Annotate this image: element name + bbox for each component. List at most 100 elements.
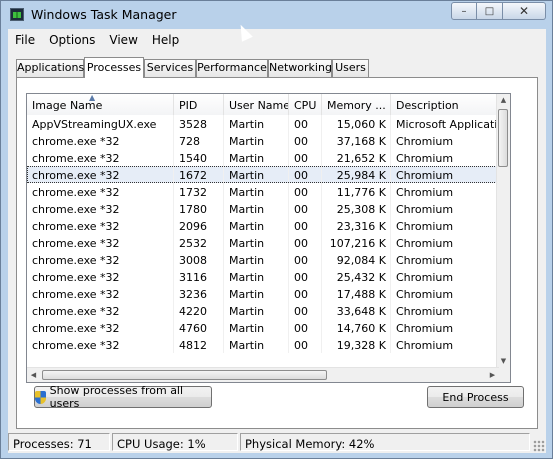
column-user-name[interactable]: User Name bbox=[224, 94, 289, 115]
cell-user-name: Martin bbox=[224, 132, 289, 149]
cell-memory: 11,776 K bbox=[322, 183, 391, 200]
cell-memory: 92,084 K bbox=[322, 251, 391, 268]
cell-description: Chromium bbox=[391, 268, 499, 285]
cell-pid: 728 bbox=[174, 132, 224, 149]
cell-image-name: chrome.exe *32 bbox=[27, 251, 174, 268]
cell-memory: 33,648 K bbox=[322, 302, 391, 319]
tab-users[interactable]: Users bbox=[332, 59, 369, 77]
show-all-users-label: Show processes from all users bbox=[49, 384, 184, 410]
table-row[interactable]: chrome.exe *32 1672 Martin 00 25,984 K Chromi… bbox=[27, 166, 499, 183]
column-description[interactable]: Description bbox=[391, 94, 499, 115]
table-row[interactable]: chrome.exe *32 728 Martin 00 37,168 K Chromiu… bbox=[27, 132, 499, 149]
cell-user-name: Martin bbox=[224, 200, 289, 217]
cell-cpu: 00 bbox=[289, 251, 322, 268]
table-row[interactable]: AppVStreamingUX.exe 3528 Martin 00 15,060 KM… bbox=[27, 115, 499, 132]
resize-grip-icon[interactable] bbox=[533, 440, 545, 452]
task-manager-icon[interactable] bbox=[10, 8, 24, 21]
close-icon: ✕ bbox=[518, 4, 530, 18]
table-row[interactable]: chrome.exe *32 1732 Martin 00 11,776 K Chromi… bbox=[27, 183, 499, 200]
tab-processes[interactable]: Processes bbox=[84, 57, 144, 78]
cell-image-name: chrome.exe *32 bbox=[27, 132, 174, 149]
cell-description: Chromium bbox=[391, 336, 499, 353]
uac-shield-icon bbox=[35, 390, 46, 404]
vertical-scroll-thumb[interactable] bbox=[498, 109, 508, 167]
scroll-left-icon[interactable]: ◀ bbox=[27, 368, 40, 382]
cell-user-name: Martin bbox=[224, 251, 289, 268]
caption-buttons: – □ ✕ bbox=[451, 2, 546, 21]
table-row[interactable]: chrome.exe *32 3116 Martin 00 25,432 K Chromi… bbox=[27, 268, 499, 285]
status-cpu-usage: CPU Usage: 1% bbox=[112, 433, 238, 451]
horizontal-scroll-thumb[interactable] bbox=[42, 370, 327, 380]
cell-user-name: Martin bbox=[224, 268, 289, 285]
scroll-corner bbox=[497, 368, 510, 382]
horizontal-scrollbar[interactable]: ◀ ▶ bbox=[27, 367, 499, 382]
cell-user-name: Martin bbox=[224, 149, 289, 166]
cell-cpu: 00 bbox=[289, 166, 322, 183]
cell-description: Chromium bbox=[391, 200, 499, 217]
end-process-button[interactable]: End Process bbox=[427, 386, 524, 408]
tab-services[interactable]: Services bbox=[144, 59, 196, 77]
column-image-name[interactable]: ▲ Image Name bbox=[27, 94, 174, 115]
tab-applications[interactable]: Applications bbox=[16, 59, 84, 77]
cell-cpu: 00 bbox=[289, 302, 322, 319]
table-row[interactable]: chrome.exe *32 4760 Martin 00 14,760 K Chromi… bbox=[27, 319, 499, 336]
cell-user-name: Martin bbox=[224, 319, 289, 336]
cell-cpu: 00 bbox=[289, 115, 322, 132]
cell-image-name: chrome.exe *32 bbox=[27, 336, 174, 353]
maximize-button[interactable]: □ bbox=[477, 2, 503, 20]
table-row[interactable]: chrome.exe *32 3008 Martin 00 92,084 K Chromi… bbox=[27, 251, 499, 268]
close-button[interactable]: ✕ bbox=[503, 2, 546, 20]
tab-networking[interactable]: Networking bbox=[268, 59, 332, 77]
cell-pid: 3116 bbox=[174, 268, 224, 285]
show-all-users-button[interactable]: Show processes from all users bbox=[34, 384, 212, 410]
menu-options[interactable]: Options bbox=[42, 29, 102, 51]
table-row[interactable]: chrome.exe *32 1540 Martin 00 21,652 K Chromi… bbox=[27, 149, 499, 166]
cell-user-name: Martin bbox=[224, 217, 289, 234]
cell-user-name: Martin bbox=[224, 285, 289, 302]
cell-cpu: 00 bbox=[289, 200, 322, 217]
table-row[interactable]: chrome.exe *32 4220 Martin 00 33,648 K Chromi… bbox=[27, 302, 499, 319]
table-row[interactable]: chrome.exe *32 3236 Martin 00 17,488 K Chromi… bbox=[27, 285, 499, 302]
menu-file[interactable]: File bbox=[8, 29, 42, 51]
cell-cpu: 00 bbox=[289, 285, 322, 302]
cell-description: Chromium bbox=[391, 166, 499, 183]
status-physical-memory: Physical Memory: 42% bbox=[240, 433, 530, 451]
cell-image-name: chrome.exe *32 bbox=[27, 200, 174, 217]
cell-cpu: 00 bbox=[289, 319, 322, 336]
cell-cpu: 00 bbox=[289, 268, 322, 285]
cell-pid: 4220 bbox=[174, 302, 224, 319]
cell-pid: 4812 bbox=[174, 336, 224, 353]
cell-description: Chromium bbox=[391, 183, 499, 200]
vertical-scrollbar[interactable]: ▲ ▼ bbox=[496, 94, 510, 368]
cell-memory: 107,216 K bbox=[322, 234, 391, 251]
menu-help[interactable]: Help bbox=[145, 29, 186, 51]
sort-ascending-icon: ▲ bbox=[89, 94, 96, 102]
scroll-up-icon[interactable]: ▲ bbox=[497, 94, 510, 107]
table-row[interactable]: chrome.exe *32 2096 Martin 00 23,316 K Chromi… bbox=[27, 217, 499, 234]
minimize-button[interactable]: – bbox=[451, 2, 477, 20]
cell-image-name: chrome.exe *32 bbox=[27, 217, 174, 234]
cell-image-name: AppVStreamingUX.exe bbox=[27, 115, 174, 132]
process-list[interactable]: ▲ Image Name PID User Name CPU Memory ..… bbox=[26, 93, 511, 383]
column-cpu[interactable]: CPU bbox=[289, 94, 322, 115]
table-row[interactable]: chrome.exe *32 4812 Martin 00 19,328 K Chromi… bbox=[27, 336, 499, 353]
menu-bar: File Options View Help bbox=[8, 29, 546, 51]
table-row[interactable]: chrome.exe *32 1780 Martin 00 25,308 K Chromi… bbox=[27, 200, 499, 217]
menu-view[interactable]: View bbox=[102, 29, 144, 51]
cell-user-name: Martin bbox=[224, 115, 289, 132]
title-bar[interactable]: Windows Task Manager – □ ✕ bbox=[1, 1, 552, 29]
column-memory[interactable]: Memory ... bbox=[322, 94, 391, 115]
cell-memory: 25,984 K bbox=[322, 166, 391, 183]
column-pid[interactable]: PID bbox=[174, 94, 224, 115]
cell-pid: 3008 bbox=[174, 251, 224, 268]
minimize-icon: – bbox=[461, 5, 467, 17]
cell-description: Chromium bbox=[391, 285, 499, 302]
cell-cpu: 00 bbox=[289, 149, 322, 166]
cell-description: Chromium bbox=[391, 302, 499, 319]
cell-memory: 19,328 K bbox=[322, 336, 391, 353]
table-row[interactable]: chrome.exe *32 2532 Martin 00 107,216 K Chrom… bbox=[27, 234, 499, 251]
cell-pid: 3528 bbox=[174, 115, 224, 132]
window-title: Windows Task Manager bbox=[31, 7, 177, 22]
tab-performance[interactable]: Performance bbox=[196, 59, 268, 77]
cell-pid: 4760 bbox=[174, 319, 224, 336]
